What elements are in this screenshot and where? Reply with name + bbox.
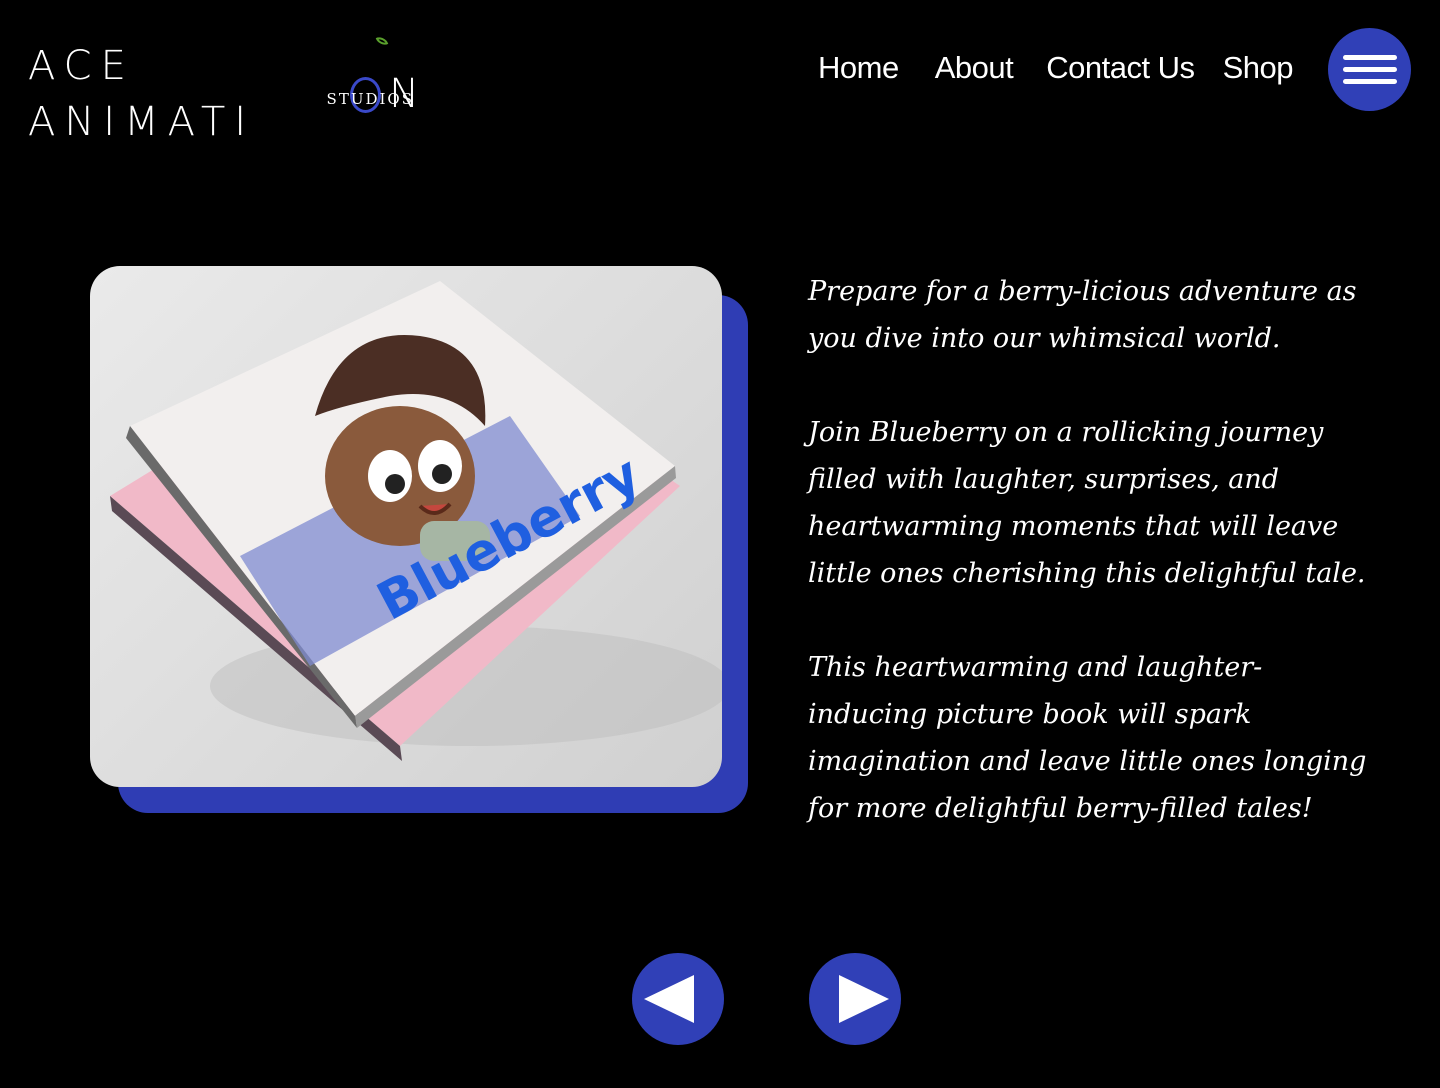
menu-button[interactable] bbox=[1328, 28, 1411, 111]
previous-button[interactable] bbox=[632, 953, 724, 1045]
paragraph-intro: Prepare for a berry-licious adventure as… bbox=[808, 276, 1357, 354]
hamburger-icon bbox=[1342, 67, 1397, 72]
paragraph-closing: This heartwarming and laughter-inducing … bbox=[808, 652, 1367, 824]
triangle-left-icon bbox=[644, 975, 694, 1023]
next-button[interactable] bbox=[809, 953, 901, 1045]
hamburger-icon bbox=[1342, 55, 1397, 60]
nav-home[interactable]: Home bbox=[818, 48, 899, 88]
book-illustration: Blueberry bbox=[110, 281, 722, 761]
triangle-right-icon bbox=[839, 975, 889, 1023]
nav-about[interactable]: About bbox=[935, 48, 1014, 88]
nav-contact-us[interactable]: Contact Us bbox=[1046, 48, 1195, 88]
logo[interactable]: ACE ANIMATI N STUDIOS bbox=[28, 34, 428, 145]
main-nav: Home About Contact Us Shop bbox=[818, 48, 1293, 88]
feature-description: Prepare for a berry-licious adventure as… bbox=[808, 268, 1378, 879]
paragraph-journey: Join Blueberry on a rollicking journey f… bbox=[808, 417, 1366, 589]
logo-subtitle: STUDIOS bbox=[326, 90, 414, 108]
nav-shop[interactable]: Shop bbox=[1223, 48, 1294, 88]
logo-text-start: ACE ANIMATI bbox=[28, 43, 256, 145]
hamburger-icon bbox=[1342, 79, 1397, 84]
book-image: Blueberry bbox=[90, 266, 722, 787]
